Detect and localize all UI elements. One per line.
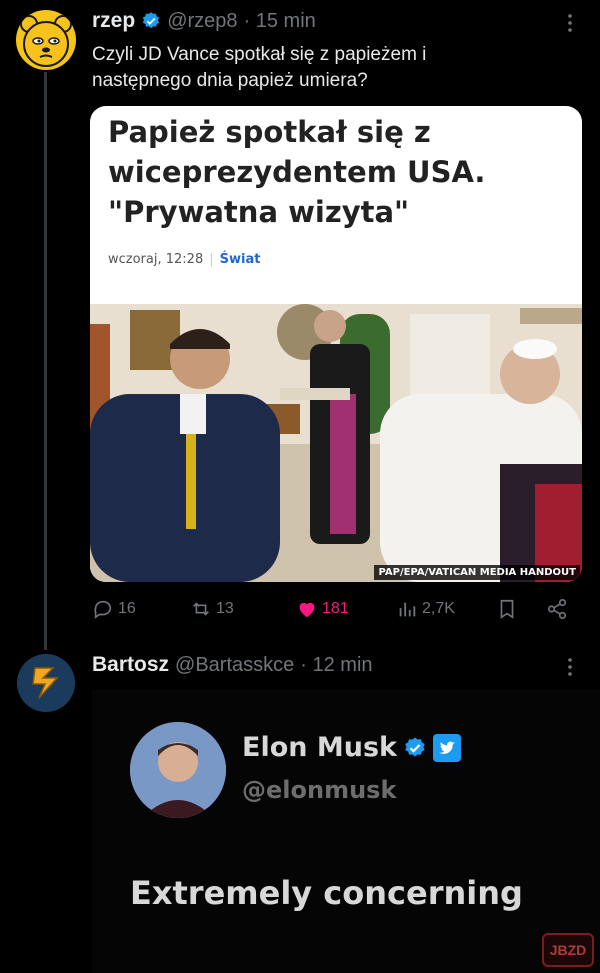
- user-avatar-rzep[interactable]: [16, 10, 76, 70]
- like-button[interactable]: 181: [296, 598, 349, 620]
- handle[interactable]: @rzep8: [167, 10, 237, 33]
- timestamp[interactable]: · 12 min: [300, 654, 372, 677]
- embedded-name-row: Elon Musk: [242, 732, 461, 763]
- user-avatar-bartosz[interactable]: [17, 654, 75, 712]
- embedded-image[interactable]: Elon Musk @elonmusk Extremely concerning: [92, 690, 600, 973]
- heart-filled-icon: [299, 602, 315, 618]
- article-card[interactable]: Papież spotkał się z wiceprezydentem USA…: [90, 106, 582, 582]
- article-meta: wczoraj, 12:28 | Świat: [108, 252, 261, 267]
- twitter-bird-icon: [433, 733, 461, 762]
- article-date: wczoraj, 12:28: [108, 252, 204, 267]
- reply-icon: [94, 600, 112, 619]
- share-icon: [547, 599, 567, 619]
- tweet-header: rzep @rzep8 · 15 min: [92, 9, 316, 33]
- share-button[interactable]: [546, 598, 568, 620]
- bookmark-icon: [500, 599, 514, 619]
- reply-count: 16: [118, 600, 136, 617]
- repost-button[interactable]: 13: [190, 598, 234, 620]
- more-options-button[interactable]: [562, 656, 578, 683]
- elon-avatar: [130, 722, 226, 818]
- repost-count: 13: [216, 600, 234, 617]
- timestamp[interactable]: · 15 min: [244, 10, 316, 33]
- views-chart-icon: [399, 602, 416, 617]
- tweet-header: Bartosz @Bartasskce · 12 min: [92, 653, 373, 677]
- verified-badge-icon: [143, 12, 160, 29]
- bear-face-icon: [20, 15, 72, 67]
- display-name[interactable]: rzep: [92, 9, 135, 33]
- tweet-text: Czyli JD Vance spotkał się z papieżem i …: [92, 44, 427, 91]
- views-button[interactable]: 2,7K: [396, 598, 455, 620]
- display-name[interactable]: Bartosz: [92, 653, 169, 677]
- logo-avatar-icon: [17, 654, 75, 712]
- repost-icon: [193, 602, 209, 616]
- site-watermark: JBZD: [542, 933, 594, 967]
- more-options-button[interactable]: [562, 12, 578, 39]
- person-portrait-icon: [130, 722, 226, 818]
- embedded-handle: @elonmusk: [242, 776, 397, 804]
- article-photo: PAP/EPA/VATICAN MEDIA HANDOUT: [90, 304, 582, 582]
- meeting-photo-illustration: [90, 304, 582, 582]
- view-count: 2,7K: [422, 600, 455, 617]
- thread-line: [44, 72, 47, 650]
- reply-button[interactable]: 16: [92, 598, 136, 620]
- handle[interactable]: @Bartasskce: [175, 654, 294, 677]
- verified-badge-icon: [405, 737, 425, 756]
- embedded-tweet-text: Extremely concerning: [130, 874, 523, 912]
- embedded-display-name: Elon Musk: [242, 732, 397, 763]
- article-headline: Papież spotkał się z wiceprezydentem USA…: [108, 115, 486, 229]
- like-count: 181: [322, 600, 349, 617]
- article-category[interactable]: Świat: [220, 252, 261, 267]
- more-vertical-icon: [568, 658, 572, 676]
- more-vertical-icon: [568, 14, 572, 32]
- photo-credit: PAP/EPA/VATICAN MEDIA HANDOUT: [374, 565, 580, 580]
- bookmark-button[interactable]: [496, 598, 518, 620]
